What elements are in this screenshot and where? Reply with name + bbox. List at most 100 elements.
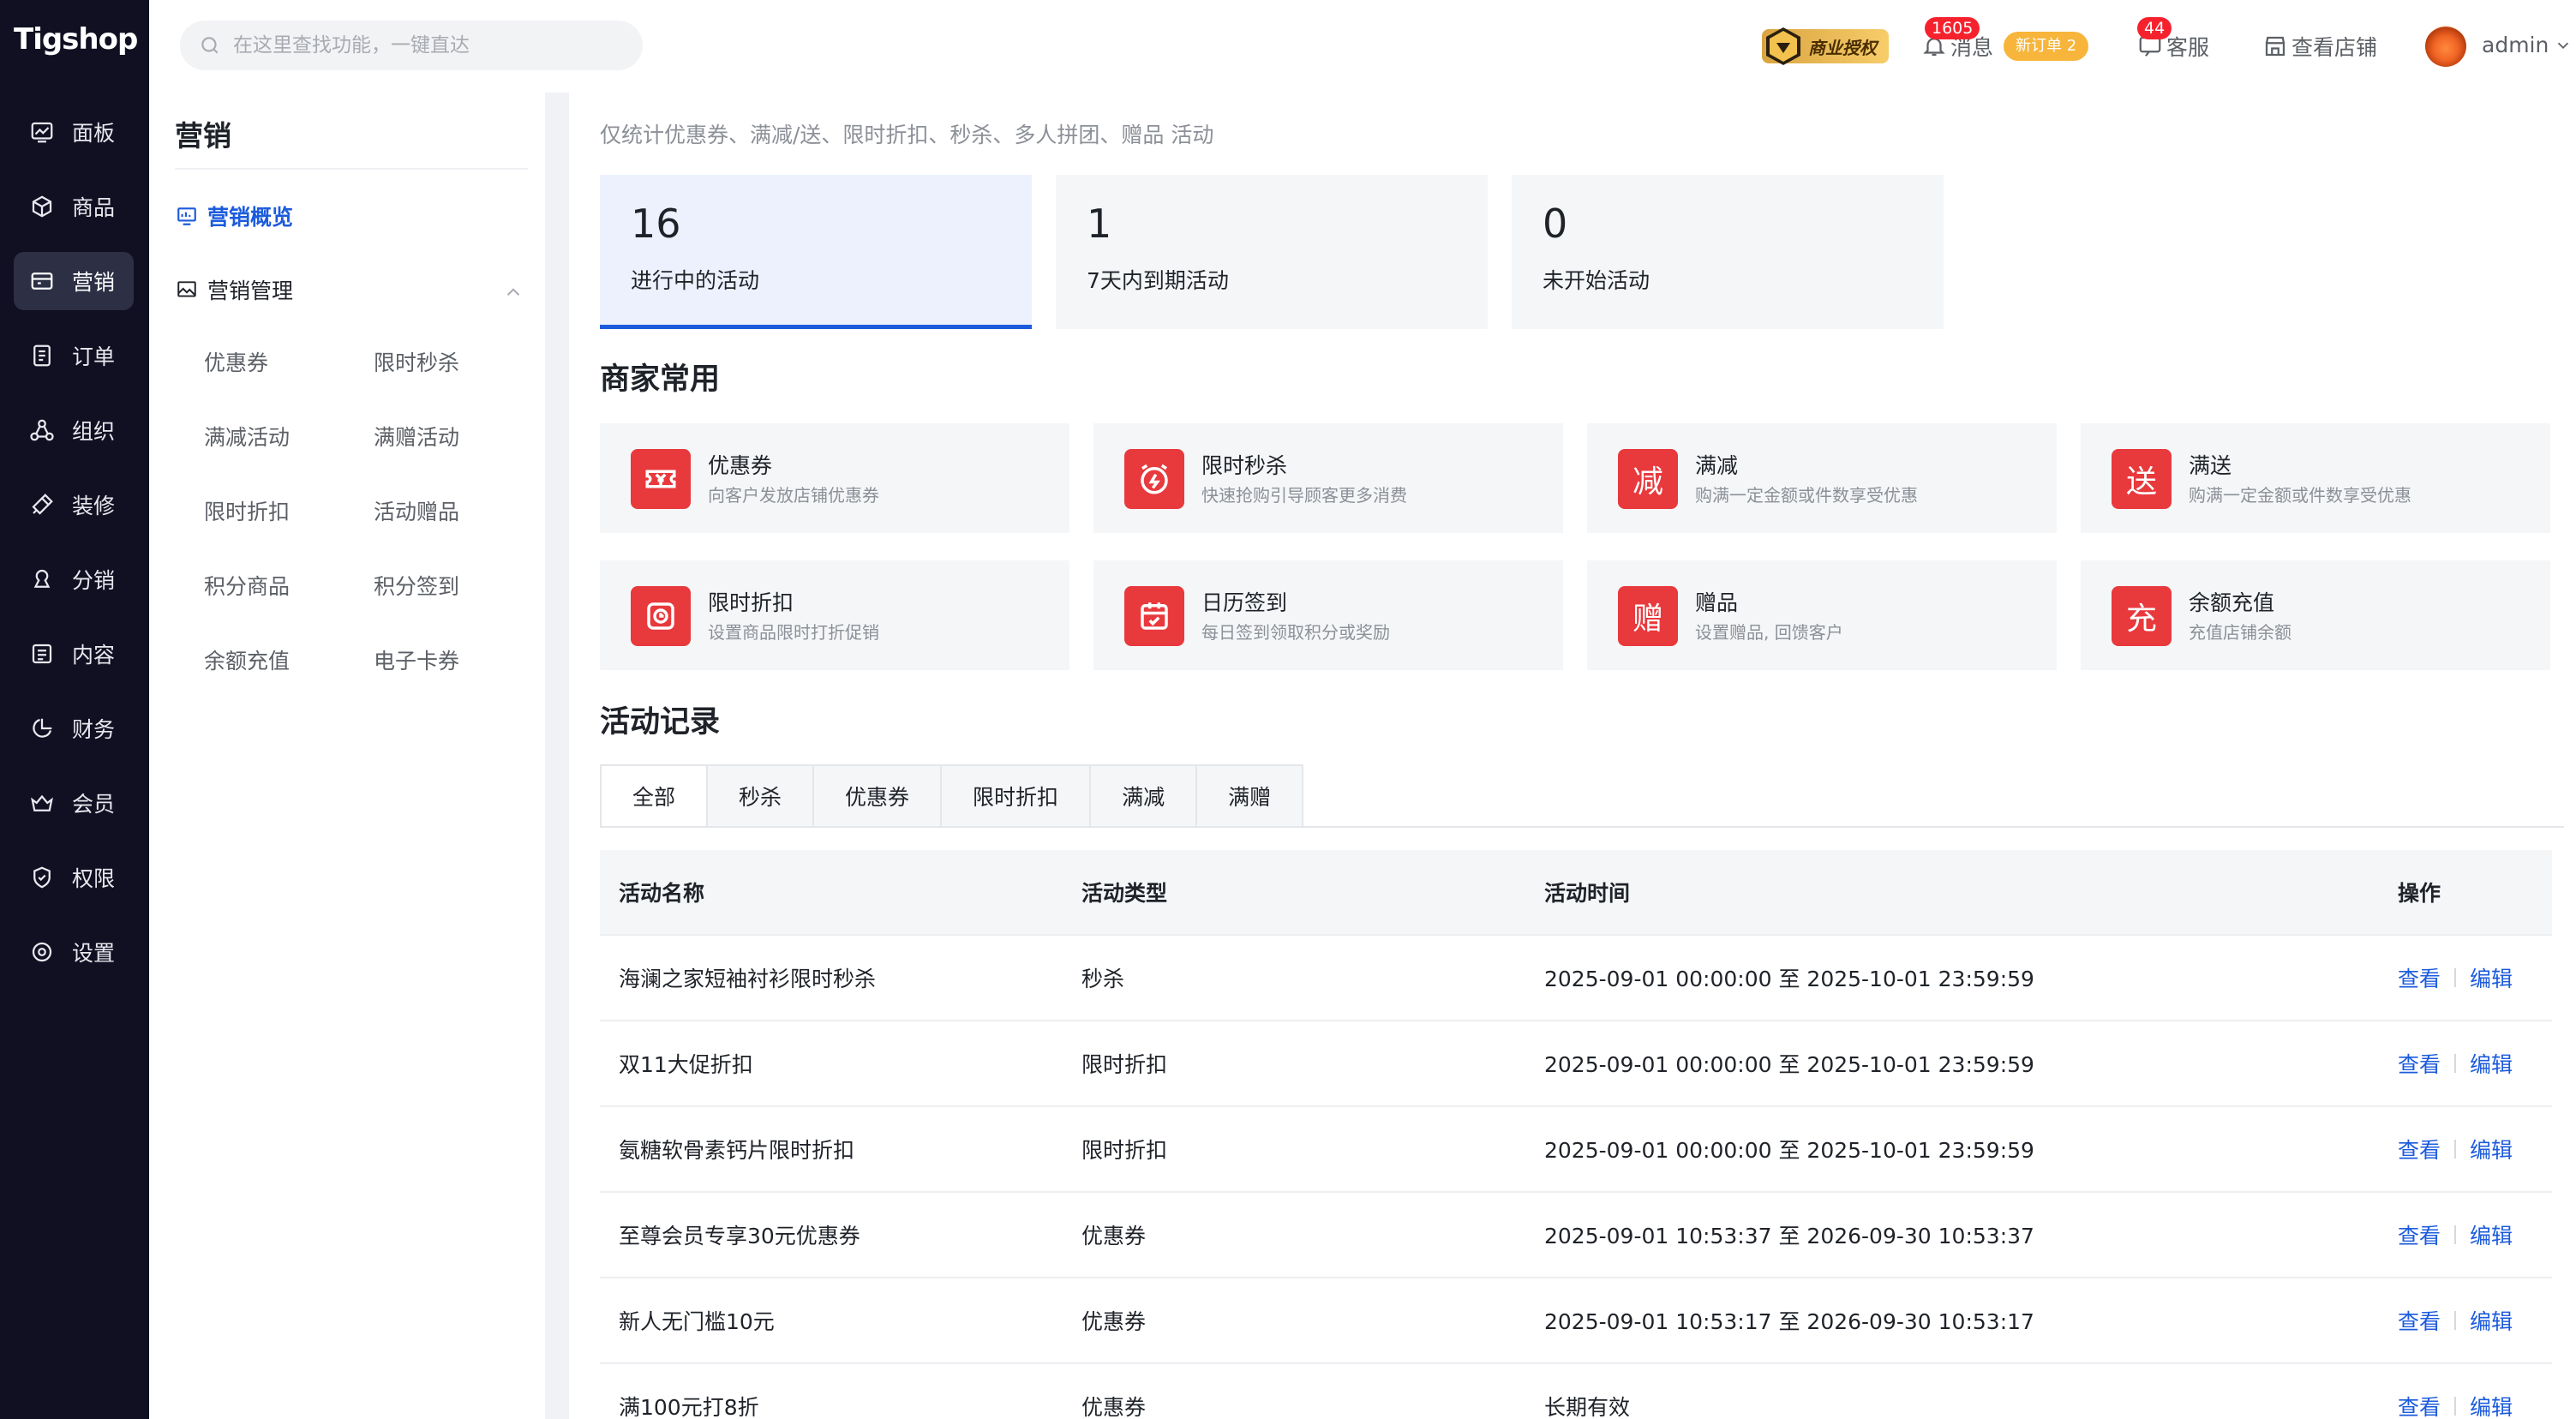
tool-title: 满减 (1695, 453, 1739, 478)
sidebar-item-orders[interactable]: 订单 (14, 326, 134, 385)
tool-desc: 设置商品限时打折促销 (708, 622, 879, 643)
sidebar-item-label: 权限 (72, 866, 116, 891)
chevron-up-icon[interactable] (502, 281, 524, 303)
tab-flash-sale[interactable]: 秒杀 (708, 766, 815, 826)
tool-card-time-discount[interactable]: 限时折扣 设置商品限时打折促销 (600, 560, 1069, 670)
gift-glyph-icon: 送 (2112, 449, 2172, 509)
sidebar-item-content[interactable]: 内容 (14, 625, 134, 683)
subnav-link-coupon[interactable]: 优惠券 (204, 346, 268, 377)
edit-link[interactable]: 编辑 (2470, 962, 2513, 993)
edit-link[interactable]: 编辑 (2470, 1134, 2513, 1165)
tool-title: 限时折扣 (708, 590, 794, 615)
subnav-link-time-discount[interactable]: 限时折扣 (204, 495, 290, 526)
action-divider (2454, 1225, 2457, 1244)
tool-card-gift[interactable]: 赠 赠品 设置赠品, 回馈客户 (1587, 560, 2057, 670)
stat-card-expiring[interactable]: 1 7天内到期活动 (1056, 175, 1488, 329)
subnav-link-e-card[interactable]: 电子卡券 (374, 644, 459, 675)
sidebar-item-decorate[interactable]: 装修 (14, 476, 134, 534)
activity-time: 2025-09-01 00:00:00 至 2025-10-01 23:59:5… (1544, 967, 2034, 991)
business-license-badge[interactable]: 商业授权 (1762, 27, 1889, 65)
customer-service-button[interactable]: 44 客服 (2137, 17, 2210, 63)
sidebar-item-member[interactable]: 会员 (14, 774, 134, 832)
tab-time-discount[interactable]: 限时折扣 (942, 766, 1092, 826)
subnav-item-overview[interactable]: 营销概览 (175, 201, 293, 231)
view-link[interactable]: 查看 (2398, 962, 2441, 993)
table-header: 活动名称 活动类型 活动时间 操作 (600, 850, 2552, 936)
calendar-icon (1124, 586, 1184, 646)
view-link[interactable]: 查看 (2398, 1391, 2441, 1419)
tool-card-full-reduce[interactable]: 减 满减 购满一定金额或件数享受优惠 (1587, 423, 2057, 533)
stat-card-ongoing[interactable]: 16 进行中的活动 (600, 175, 1032, 329)
sidebar-item-finance[interactable]: 财务 (14, 699, 134, 757)
sidebar-item-permission[interactable]: 权限 (14, 848, 134, 907)
edit-link[interactable]: 编辑 (2470, 1048, 2513, 1079)
chevron-down-icon (2558, 42, 2569, 49)
tool-card-flash-sale[interactable]: 限时秒杀 快速抢购引导顾客更多消费 (1093, 423, 1563, 533)
view-link[interactable]: 查看 (2398, 1134, 2441, 1165)
org-icon (29, 417, 55, 443)
app-logo[interactable]: Tigshop (14, 22, 142, 62)
sidebar-item-label: 组织 (72, 419, 116, 444)
row-actions: 查看 编辑 (2379, 962, 2552, 993)
service-label: 客服 (2166, 35, 2210, 60)
edit-link[interactable]: 编辑 (2470, 1219, 2513, 1250)
subnav-group-management[interactable]: 营销管理 (175, 274, 293, 305)
subnav-link-flash-sale[interactable]: 限时秒杀 (374, 346, 459, 377)
sidebar-item-dashboard[interactable]: 面板 (14, 103, 134, 161)
tab-full-reduce[interactable]: 满减 (1091, 766, 1198, 826)
sidebar-item-distribution[interactable]: 分销 (14, 550, 134, 608)
view-link[interactable]: 查看 (2398, 1305, 2441, 1336)
edit-link[interactable]: 编辑 (2470, 1305, 2513, 1336)
order-icon (29, 343, 55, 368)
tool-title: 满送 (2189, 453, 2232, 478)
messages-button[interactable]: 1605 消息 新订单 2 (1921, 17, 2089, 63)
tab-coupon[interactable]: 优惠券 (814, 766, 943, 826)
tool-desc: 快速抢购引导顾客更多消费 (1201, 485, 1407, 506)
dashboard-icon (29, 119, 55, 145)
action-divider (2454, 968, 2457, 987)
user-menu[interactable]: admin (2482, 33, 2573, 57)
subnav-link-full-gift[interactable]: 满赠活动 (374, 421, 459, 452)
member-icon (29, 790, 55, 816)
tool-card-coupon[interactable]: 优惠券 向客户发放店铺优惠券 (600, 423, 1069, 533)
business-license-label: 商业授权 (1808, 37, 1877, 58)
sidebar-item-settings[interactable]: 设置 (14, 923, 134, 981)
tool-card-balance-recharge[interactable]: 充 余额充值 充值店铺余额 (2081, 560, 2550, 670)
view-link[interactable]: 查看 (2398, 1048, 2441, 1079)
subnav-link-points-signin[interactable]: 积分签到 (374, 570, 459, 601)
messages-count-badge: 1605 (1925, 17, 1980, 39)
view-shop-button[interactable]: 查看店铺 (2262, 29, 2377, 63)
new-order-badge[interactable]: 新订单 2 (2004, 32, 2089, 61)
sidebar-item-products[interactable]: 商品 (14, 177, 134, 236)
tool-card-calendar-signin[interactable]: 日历签到 每日签到领取积分或奖励 (1093, 560, 1563, 670)
subnav-link-activity-gift[interactable]: 活动赠品 (374, 495, 459, 526)
stat-card-not-started[interactable]: 0 未开始活动 (1512, 175, 1944, 329)
tabs-divider (600, 826, 2564, 828)
common-tools-title: 商家常用 (600, 362, 721, 397)
edit-link[interactable]: 编辑 (2470, 1391, 2513, 1419)
activity-type: 限时折扣 (1081, 1052, 1168, 1077)
subnav-link-full-reduce[interactable]: 满减活动 (204, 421, 290, 452)
sidebar-item-label: 设置 (72, 941, 116, 966)
tool-title: 优惠券 (708, 453, 773, 478)
view-link[interactable]: 查看 (2398, 1219, 2441, 1250)
tab-full-gift[interactable]: 满赠 (1197, 766, 1302, 826)
records-title: 活动记录 (600, 705, 721, 739)
sidebar-item-marketing[interactable]: 营销 (14, 252, 134, 310)
sidebar-item-label: 商品 (72, 195, 116, 220)
search-box[interactable] (180, 21, 643, 70)
search-input[interactable] (233, 34, 610, 57)
subnav-link-points-product[interactable]: 积分商品 (204, 570, 290, 601)
subnav-title: 营销 (175, 119, 231, 153)
tab-all[interactable]: 全部 (602, 766, 709, 826)
marketing-subnav: 营销 营销概览 营销管理 优惠券 限时秒杀 满减活动 满赠活动 限时折扣 活动赠… (149, 93, 545, 1419)
tool-card-full-gift[interactable]: 送 满送 购满一定金额或件数享受优惠 (2081, 423, 2550, 533)
tool-desc: 充值店铺余额 (2189, 622, 2291, 643)
subnav-link-balance-recharge[interactable]: 余额充值 (204, 644, 290, 675)
avatar[interactable] (2425, 26, 2466, 67)
activity-name: 双11大促折扣 (619, 1052, 753, 1077)
table-row: 海澜之家短袖衬衫限时秒杀 秒杀 2025-09-01 00:00:00 至 2025… (600, 936, 2552, 1021)
activity-type: 优惠券 (1081, 1224, 1147, 1248)
clock-icon (631, 586, 691, 646)
sidebar-item-org[interactable]: 组织 (14, 401, 134, 459)
